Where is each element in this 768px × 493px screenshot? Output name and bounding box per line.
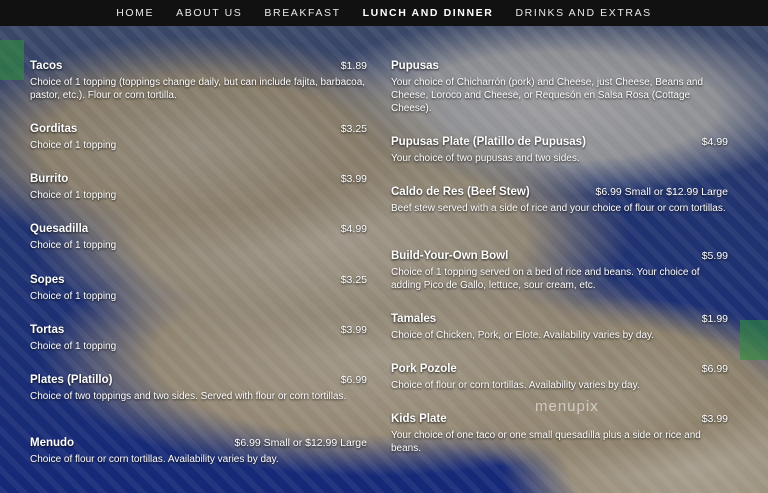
item-name: Tamales [391,313,437,325]
item-description: Choice of flour or corn tortillas. Avail… [391,380,640,391]
item-description: Choice of 1 topping served on a bed of r… [391,267,700,291]
nav-about-us[interactable]: ABOUT US [176,7,242,19]
item-description: Your choice of two pupusas and two sides… [391,153,580,164]
menu-item-pupusas: Pupusas Your choice of Chicharrón (pork)… [391,60,728,116]
nav-home[interactable]: HOME [116,7,154,19]
item-price: $3.99 [340,173,367,185]
item-price: $3.99 [340,324,367,336]
nav-drinks-and-extras[interactable]: DRINKS AND EXTRAS [515,7,651,19]
menu-item-pork-pozole: Pork Pozole $6.99 Choice of flour or cor… [391,363,728,393]
menu-item-gorditas: Gorditas $3.25 Choice of 1 topping [30,123,367,153]
item-name: Plates (Platillo) [30,374,113,386]
item-price: $4.99 [340,223,367,235]
menu-item-tortas: Tortas $3.99 Choice of 1 topping [30,324,367,354]
item-name: Menudo [30,437,75,449]
menu-item-pupusas-plate: Pupusas Plate (Platillo de Pupusas) $4.9… [391,136,728,166]
item-name: Sopes [30,274,65,286]
item-price: $3.99 [701,413,728,425]
menu-item-kids-plate: Kids Plate $3.99 Your choice of one taco… [391,413,728,457]
item-price: $3.25 [340,123,367,135]
main-nav: HOME ABOUT US BREAKFAST LUNCH AND DINNER… [0,0,768,26]
menu-item-menudo: Menudo $6.99 Small or $12.99 Large Choic… [30,437,367,467]
item-description: Choice of 1 topping [30,341,117,352]
item-price: $6.99 [340,374,367,386]
menu-item-build-your-own-bowl: Build-Your-Own Bowl $5.99 Choice of 1 to… [391,250,728,294]
item-description: Choice of 1 topping [30,190,117,201]
nav-breakfast[interactable]: BREAKFAST [264,7,340,19]
item-description: Choice of 1 topping [30,240,117,251]
item-name: Caldo de Res (Beef Stew) [391,186,530,198]
menu-item-caldo-de-res: Caldo de Res (Beef Stew) $6.99 Small or … [391,186,728,230]
item-price: $1.89 [340,60,367,72]
item-name: Quesadilla [30,223,89,235]
item-name: Gorditas [30,123,78,135]
item-name: Pupusas [391,60,439,72]
background-decoration [0,40,24,80]
item-price: $4.99 [701,136,728,148]
menu-item-quesadilla: Quesadilla $4.99 Choice of 1 topping [30,223,367,253]
menu-item-tamales: Tamales $1.99 Choice of Chicken, Pork, o… [391,313,728,343]
item-description: Your choice of Chicharrón (pork) and Che… [391,77,704,114]
item-description: Choice of flour or corn tortillas. Avail… [30,454,279,465]
item-price: $6.99 [701,363,728,375]
item-name: Pork Pozole [391,363,457,375]
item-name: Pupusas Plate (Platillo de Pupusas) [391,136,586,148]
item-price: $6.99 Small or $12.99 Large [234,437,367,449]
background-decoration [740,320,768,360]
item-price: $5.99 [701,250,728,262]
item-description: Choice of 1 topping [30,140,117,151]
item-description: Choice of Chicken, Pork, or Elote. Avail… [391,330,655,341]
nav-lunch-and-dinner[interactable]: LUNCH AND DINNER [363,7,494,19]
item-name: Burrito [30,173,69,185]
item-name: Tortas [30,324,65,336]
item-description: Your choice of one taco or one small que… [391,430,701,454]
item-description: Choice of two toppings and two sides. Se… [30,391,347,402]
item-price: $1.99 [701,313,728,325]
menu-item-tacos: Tacos $1.89 Choice of 1 topping (topping… [30,60,367,104]
item-name: Kids Plate [391,413,447,425]
item-price: $3.25 [340,274,367,286]
menu-item-sopes: Sopes $3.25 Choice of 1 topping [30,274,367,304]
menu-item-burrito: Burrito $3.99 Choice of 1 topping [30,173,367,203]
item-name: Tacos [30,60,63,72]
menu-item-plates: Plates (Platillo) $6.99 Choice of two to… [30,374,367,418]
item-description: Choice of 1 topping [30,291,117,302]
item-price: $6.99 Small or $12.99 Large [595,186,728,198]
item-description: Beef stew served with a side of rice and… [391,203,726,214]
item-description: Choice of 1 topping (toppings change dai… [30,77,366,101]
watermark: menupix [535,398,599,415]
item-name: Build-Your-Own Bowl [391,250,509,262]
